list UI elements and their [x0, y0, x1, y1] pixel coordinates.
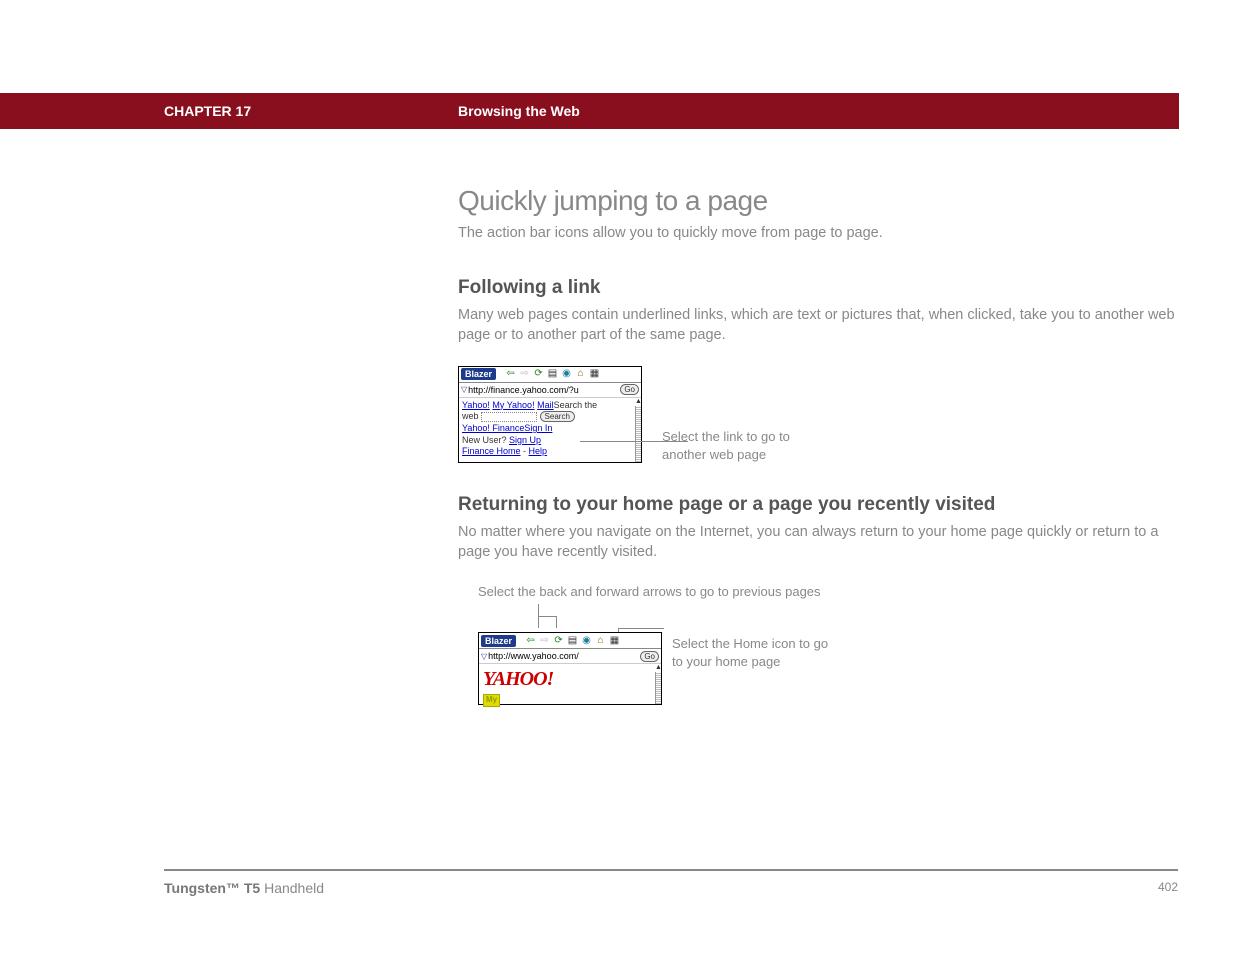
section-body-returning: No matter where you navigate on the Inte… — [458, 522, 1178, 563]
refresh-icon[interactable]: ⟳ — [532, 368, 545, 381]
forward-arrow-icon[interactable]: ⇨ — [518, 368, 531, 381]
section-body-following-link: Many web pages contain underlined links,… — [458, 305, 1178, 346]
callout-back-forward: Select the back and forward arrows to go… — [478, 583, 858, 601]
figure-returning: Select the back and forward arrows to go… — [458, 583, 858, 706]
chapter-title: Browsing the Web — [458, 103, 580, 119]
search-button[interactable]: Search — [540, 411, 575, 422]
dash: - — [521, 446, 529, 456]
back-arrow-icon-2[interactable]: ⇦ — [524, 634, 537, 647]
url-field-2[interactable]: http://www.yahoo.com/ — [488, 651, 640, 661]
search-the-label: Search the — [554, 400, 598, 410]
page-icon-2[interactable]: ▤ — [566, 634, 579, 647]
link-sign-up[interactable]: Sign Up — [509, 435, 541, 445]
page-icon[interactable]: ▤ — [546, 368, 559, 381]
product-name: Tungsten™ T5 Handheld — [164, 880, 324, 896]
grid-icon-2[interactable]: ▦ — [608, 634, 621, 647]
home-icon-2[interactable]: ⌂ — [594, 634, 607, 647]
callout-leader-home-h — [618, 628, 664, 629]
url-dropdown-icon-2[interactable]: ▽ — [481, 652, 487, 661]
blazer-browser-home: Blazer ⇦ ⇨ ⟳ ▤ ◉ ⌂ ▦ ▽ http://www.yahoo.… — [478, 632, 662, 705]
link-yahoo[interactable]: Yahoo! — [462, 400, 490, 410]
blazer-app-label-2[interactable]: Blazer — [481, 635, 516, 647]
new-user-label: New User? — [462, 435, 509, 445]
address-bar: ▽ http://finance.yahoo.com/?u Go — [459, 383, 641, 398]
scroll-up-icon-2[interactable]: ▲ — [655, 664, 661, 672]
link-help[interactable]: Help — [529, 446, 548, 456]
url-dropdown-icon[interactable]: ▽ — [461, 385, 467, 394]
web-label: web — [462, 411, 479, 421]
grid-icon[interactable]: ▦ — [588, 368, 601, 381]
blazer-browser-finance: Blazer ⇦ ⇨ ⟳ ▤ ◉ ⌂ ▦ ▽ http://finance.ya… — [458, 366, 642, 463]
intro-text: The action bar icons allow you to quickl… — [458, 225, 1178, 241]
product-rest: Handheld — [260, 880, 324, 896]
blazer-toolbar-2: Blazer ⇦ ⇨ ⟳ ▤ ◉ ⌂ ▦ — [479, 633, 661, 649]
go-button[interactable]: Go — [620, 384, 639, 395]
callout-leader — [580, 441, 688, 442]
yahoo-logo[interactable]: YAHOO! — [479, 664, 661, 694]
page-content: Yahoo! My Yahoo! MailSearch the web Sear… — [459, 398, 641, 462]
blazer-toolbar: Blazer ⇦ ⇨ ⟳ ▤ ◉ ⌂ ▦ — [459, 367, 641, 383]
link-sign-in[interactable]: Sign In — [524, 423, 552, 433]
page-footer: Tungsten™ T5 Handheld 402 — [164, 880, 1178, 896]
blazer-app-label[interactable]: Blazer — [461, 368, 496, 380]
forward-arrow-icon-2[interactable]: ⇨ — [538, 634, 551, 647]
globe-icon-2[interactable]: ◉ — [580, 634, 593, 647]
figure-following-link: Blazer ⇦ ⇨ ⟳ ▤ ◉ ⌂ ▦ ▽ http://finance.ya… — [458, 366, 1178, 464]
callout-home-icon: Select the Home icon to go to your home … — [672, 635, 842, 671]
link-finance-home[interactable]: Finance Home — [462, 446, 521, 456]
section-heading-returning: Returning to your home page or a page yo… — [458, 494, 1178, 516]
scrollbar-2[interactable]: ▲ — [655, 664, 661, 704]
address-bar-2: ▽ http://www.yahoo.com/ Go — [479, 649, 661, 664]
callout-select-link: Select the link to go to another web pag… — [662, 428, 802, 464]
home-icon[interactable]: ⌂ — [574, 368, 587, 381]
chapter-header: CHAPTER 17 Browsing the Web — [0, 93, 1179, 129]
chapter-number: CHAPTER 17 — [164, 103, 458, 119]
footer-rule — [164, 869, 1178, 871]
page-heading: Quickly jumping to a page — [458, 185, 1178, 217]
main-content: Quickly jumping to a page The action bar… — [458, 185, 1178, 705]
scroll-up-icon[interactable]: ▲ — [635, 398, 641, 406]
page-content-2: YAHOO! My ▲ — [479, 664, 661, 704]
search-input[interactable] — [481, 412, 537, 422]
back-arrow-icon[interactable]: ⇦ — [504, 368, 517, 381]
globe-icon[interactable]: ◉ — [560, 368, 573, 381]
link-mail[interactable]: Mail — [537, 400, 554, 410]
my-badge[interactable]: My — [483, 694, 500, 706]
link-yahoo-finance[interactable]: Yahoo! Finance — [462, 423, 524, 433]
url-field[interactable]: http://finance.yahoo.com/?u — [468, 385, 620, 395]
scrollbar[interactable]: ▲ — [635, 398, 641, 462]
section-heading-following-link: Following a link — [458, 277, 1178, 299]
link-my-yahoo[interactable]: My Yahoo! — [492, 400, 534, 410]
page-number: 402 — [1158, 880, 1178, 896]
refresh-icon-2[interactable]: ⟳ — [552, 634, 565, 647]
product-bold: Tungsten™ T5 — [164, 880, 260, 896]
go-button-2[interactable]: Go — [640, 651, 659, 662]
